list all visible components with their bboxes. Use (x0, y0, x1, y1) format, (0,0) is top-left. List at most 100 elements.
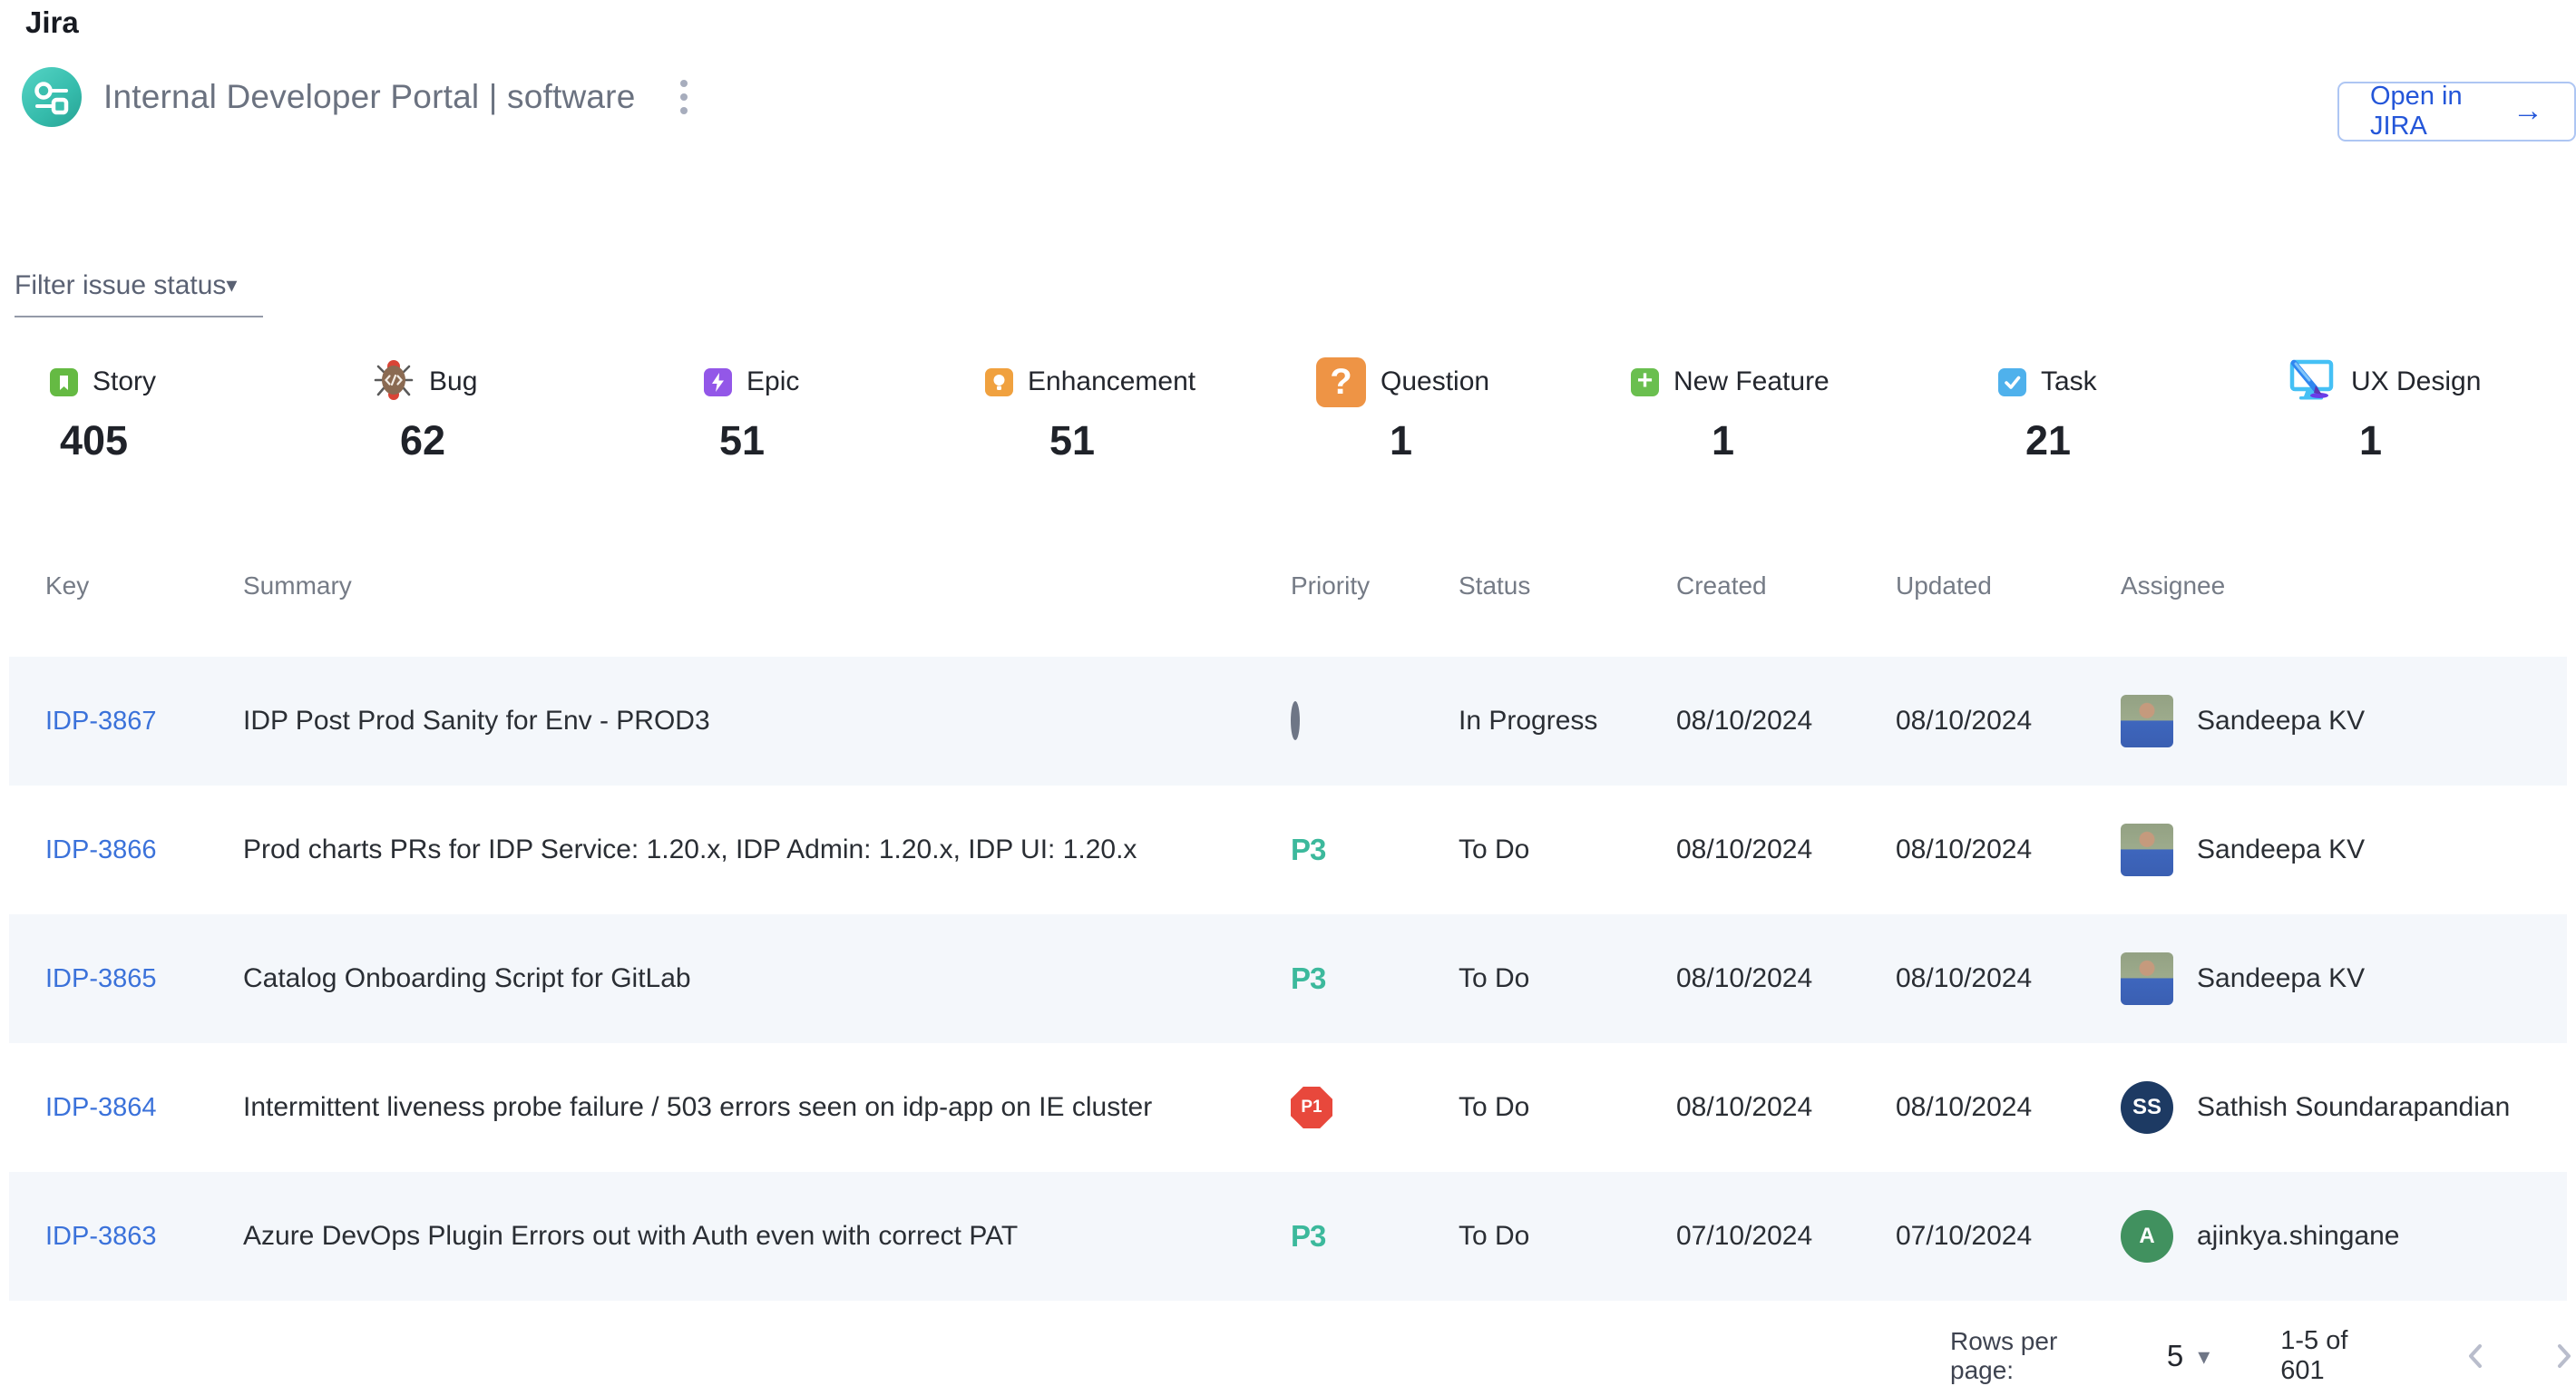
column-header-status: Status (1459, 571, 1676, 600)
counter-value: 51 (719, 417, 799, 464)
table-header-row: Key Summary Priority Status Created Upda… (9, 559, 2567, 657)
issue-status: To Do (1459, 835, 1676, 865)
issue-created-date: 08/10/2024 (1676, 1092, 1896, 1123)
new-feature-icon (1631, 368, 1659, 396)
story-icon (50, 368, 78, 396)
column-header-summary: Summary (243, 571, 1291, 600)
issues-table: Key Summary Priority Status Created Upda… (9, 559, 2567, 1301)
column-header-created: Created (1676, 571, 1896, 600)
counter-bug: Bug 62 (373, 356, 477, 464)
issue-key-link[interactable]: IDP-3866 (45, 835, 157, 864)
issue-summary: IDP Post Prod Sanity for Env - PROD3 (243, 706, 1291, 737)
column-header-assignee: Assignee (2121, 571, 2567, 600)
counter-value: 21 (2025, 417, 2097, 464)
arrow-right-icon (2513, 95, 2543, 128)
issue-summary: Azure DevOps Plugin Errors out with Auth… (243, 1221, 1291, 1252)
issue-updated-date: 08/10/2024 (1896, 835, 2121, 865)
table-row: IDP-3863 Azure DevOps Plugin Errors out … (9, 1172, 2567, 1301)
counter-label: Enhancement (1028, 366, 1195, 397)
issue-status: To Do (1459, 1092, 1676, 1123)
counter-new-feature: New Feature 1 (1631, 356, 1830, 464)
issue-key-link[interactable]: IDP-3864 (45, 1093, 157, 1122)
issue-summary: Intermittent liveness probe failure / 50… (243, 1092, 1291, 1123)
column-header-key: Key (45, 571, 243, 600)
chevron-down-icon (226, 275, 237, 297)
previous-page-button[interactable] (2464, 1340, 2487, 1372)
counter-value: 51 (1049, 417, 1195, 464)
table-pagination: Rows per page: 5 1-5 of 601 (1950, 1326, 2576, 1386)
counter-task: Task 21 (1998, 356, 2097, 464)
ux-design-icon (2286, 355, 2337, 410)
issue-key-link[interactable]: IDP-3865 (45, 964, 157, 993)
issue-summary: Catalog Onboarding Script for GitLab (243, 963, 1291, 994)
counter-ux-design: UX Design 1 (2286, 356, 2481, 464)
project-header: Internal Developer Portal | software (22, 67, 695, 127)
issue-updated-date: 07/10/2024 (1896, 1221, 2121, 1252)
issue-status: To Do (1459, 963, 1676, 994)
counter-label: Question (1381, 366, 1489, 397)
assignee-name: Sandeepa KV (2197, 835, 2365, 865)
priority-p3-icon: P3 (1291, 1219, 1325, 1253)
counter-question: Question 1 (1316, 356, 1489, 464)
open-in-jira-button[interactable]: Open in JIRA (2337, 82, 2576, 142)
filter-issue-status-select[interactable]: Filter issue status (15, 270, 263, 317)
jira-logo-icon (22, 67, 82, 127)
issue-key-link[interactable]: IDP-3863 (45, 1222, 157, 1251)
counter-epic: Epic 51 (704, 356, 799, 464)
rows-per-page-select[interactable]: 5 (2167, 1339, 2183, 1373)
issue-status: To Do (1459, 1221, 1676, 1252)
counter-label: Story (93, 366, 156, 397)
counter-label: UX Design (2351, 366, 2481, 397)
assignee-avatar (2121, 695, 2173, 747)
enhancement-icon (985, 368, 1013, 396)
more-options-menu-icon[interactable] (673, 73, 695, 122)
issue-created-date: 07/10/2024 (1676, 1221, 1896, 1252)
page-title: Jira (25, 5, 79, 40)
priority-none-icon (1291, 701, 1300, 740)
issue-status: In Progress (1459, 706, 1676, 737)
issue-key-link[interactable]: IDP-3867 (45, 707, 157, 736)
assignee-avatar: A (2121, 1210, 2173, 1263)
assignee-name: Sandeepa KV (2197, 963, 2365, 994)
counter-value: 1 (2359, 417, 2481, 464)
priority-p3-icon: P3 (1291, 833, 1325, 866)
counter-label: Bug (429, 366, 477, 397)
counter-value: 405 (60, 417, 156, 464)
table-row: IDP-3864 Intermittent liveness probe fai… (9, 1043, 2567, 1172)
issue-created-date: 08/10/2024 (1676, 706, 1896, 737)
project-name: Internal Developer Portal | software (103, 78, 635, 116)
table-row: IDP-3867 IDP Post Prod Sanity for Env - … (9, 657, 2567, 786)
next-page-button[interactable] (2552, 1340, 2576, 1372)
counter-enhancement: Enhancement 51 (985, 356, 1195, 464)
question-icon (1316, 357, 1366, 407)
issue-updated-date: 08/10/2024 (1896, 1092, 2121, 1123)
column-header-updated: Updated (1896, 571, 2121, 600)
issue-updated-date: 08/10/2024 (1896, 963, 2121, 994)
assignee-avatar: SS (2121, 1081, 2173, 1134)
column-header-priority: Priority (1291, 571, 1459, 600)
bug-icon (373, 359, 415, 405)
rows-per-page-label: Rows per page: (1950, 1327, 2127, 1385)
issue-created-date: 08/10/2024 (1676, 963, 1896, 994)
assignee-name: ajinkya.shingane (2197, 1221, 2400, 1252)
counter-label: New Feature (1673, 366, 1830, 397)
table-row: IDP-3865 Catalog Onboarding Script for G… (9, 914, 2567, 1043)
table-row: IDP-3866 Prod charts PRs for IDP Service… (9, 786, 2567, 914)
open-in-jira-label: Open in JIRA (2370, 82, 2496, 142)
epic-icon (704, 368, 732, 396)
priority-p1-icon: P1 (1291, 1087, 1332, 1128)
issue-created-date: 08/10/2024 (1676, 835, 1896, 865)
assignee-avatar (2121, 824, 2173, 876)
counter-label: Epic (746, 366, 799, 397)
counter-label: Task (2041, 366, 2097, 397)
chevron-down-icon[interactable] (2198, 1344, 2210, 1369)
counter-story: Story 405 (50, 356, 156, 464)
counter-value: 1 (1712, 417, 1830, 464)
filter-issue-status-label: Filter issue status (15, 270, 226, 301)
issue-updated-date: 08/10/2024 (1896, 706, 2121, 737)
counter-value: 1 (1390, 417, 1489, 464)
task-icon (1998, 368, 2026, 396)
pagination-range: 1-5 of 601 (2280, 1326, 2398, 1386)
issue-summary: Prod charts PRs for IDP Service: 1.20.x,… (243, 835, 1291, 865)
assignee-name: Sandeepa KV (2197, 706, 2365, 737)
